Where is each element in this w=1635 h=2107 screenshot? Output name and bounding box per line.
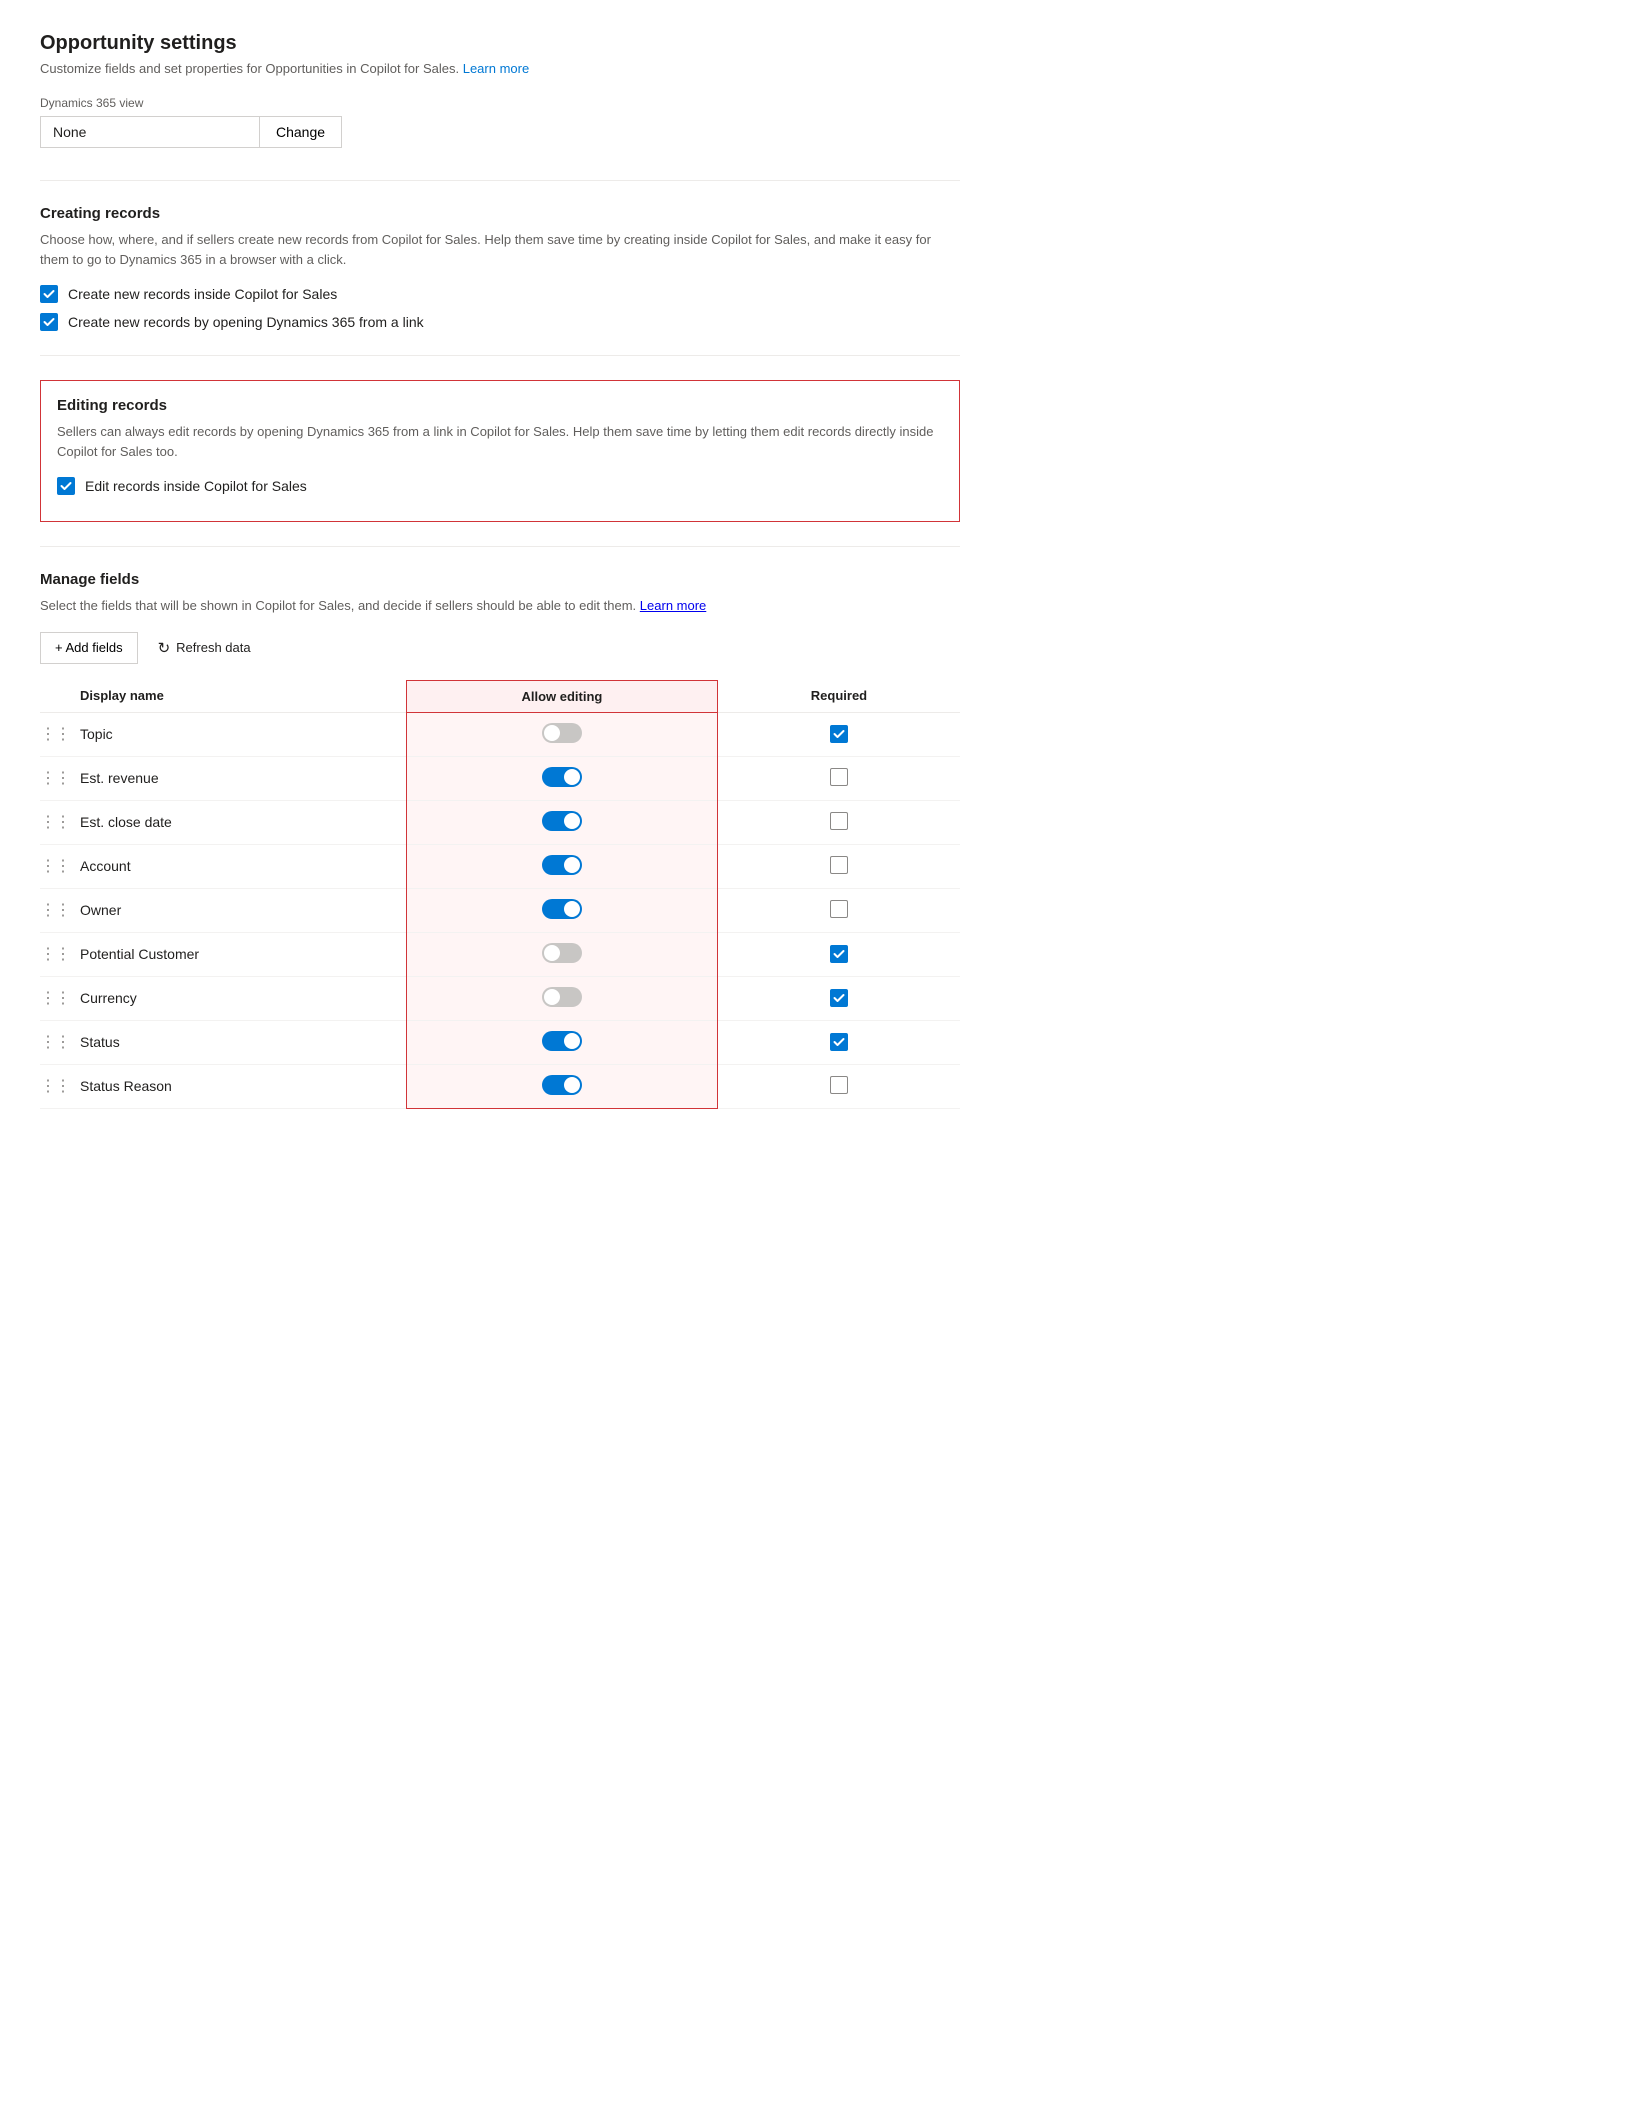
dynamics-view-row: None Change (40, 116, 960, 148)
create-checkbox-row-1: Create new records inside Copilot for Sa… (40, 285, 960, 303)
dynamics-view-input[interactable]: None (40, 116, 260, 148)
change-button[interactable]: Change (260, 116, 342, 148)
allow-editing-toggle[interactable] (542, 811, 582, 831)
required-cell[interactable] (717, 888, 960, 932)
create-checkbox-label-2: Create new records by opening Dynamics 3… (68, 314, 424, 330)
required-cell[interactable] (717, 1064, 960, 1108)
field-name-cell: Potential Customer (80, 932, 406, 976)
dynamics-view-label: Dynamics 365 view (40, 96, 960, 110)
required-checkbox[interactable] (830, 856, 848, 874)
field-name-cell: Status Reason (80, 1064, 406, 1108)
required-cell[interactable] (717, 932, 960, 976)
required-checkbox[interactable] (830, 768, 848, 786)
allow-editing-cell[interactable] (406, 976, 717, 1020)
required-checkbox[interactable] (830, 1076, 848, 1094)
required-checkbox[interactable] (830, 1033, 848, 1051)
learn-more-link-fields[interactable]: Learn more (640, 598, 706, 613)
drag-handle[interactable]: ⋮⋮ (40, 712, 80, 756)
required-cell[interactable] (717, 844, 960, 888)
required-cell[interactable] (717, 976, 960, 1020)
page-subtitle: Customize fields and set properties for … (40, 61, 960, 76)
required-cell[interactable] (717, 756, 960, 800)
fields-table: Display name Allow editing Required ⋮⋮To… (40, 680, 960, 1109)
page-title: Opportunity settings (40, 32, 960, 55)
allow-editing-toggle[interactable] (542, 899, 582, 919)
allow-editing-toggle[interactable] (542, 943, 582, 963)
drag-handle[interactable]: ⋮⋮ (40, 800, 80, 844)
refresh-icon: ↻ (158, 639, 171, 657)
allow-editing-cell[interactable] (406, 932, 717, 976)
required-checkbox[interactable] (830, 812, 848, 830)
allow-editing-toggle[interactable] (542, 1075, 582, 1095)
creating-records-desc: Choose how, where, and if sellers create… (40, 230, 960, 269)
field-name-cell: Est. close date (80, 800, 406, 844)
allow-editing-toggle[interactable] (542, 767, 582, 787)
creating-records-title: Creating records (40, 205, 960, 222)
allow-editing-toggle[interactable] (542, 987, 582, 1007)
create-checkbox-row-2: Create new records by opening Dynamics 3… (40, 313, 960, 331)
editing-records-section: Editing records Sellers can always edit … (40, 380, 960, 522)
editing-records-title: Editing records (57, 397, 943, 414)
drag-handle[interactable]: ⋮⋮ (40, 976, 80, 1020)
create-checkbox-label-1: Create new records inside Copilot for Sa… (68, 286, 337, 302)
divider-3 (40, 546, 960, 547)
create-checkbox-2[interactable] (40, 313, 58, 331)
required-checkbox[interactable] (830, 900, 848, 918)
required-cell[interactable] (717, 1020, 960, 1064)
drag-handle[interactable]: ⋮⋮ (40, 1064, 80, 1108)
add-fields-button[interactable]: + Add fields (40, 632, 138, 664)
edit-checkbox-1[interactable] (57, 477, 75, 495)
required-checkbox[interactable] (830, 725, 848, 743)
manage-fields-desc: Select the fields that will be shown in … (40, 596, 960, 616)
field-name-cell: Topic (80, 712, 406, 756)
field-name-cell: Account (80, 844, 406, 888)
manage-fields-section: Manage fields Select the fields that wil… (40, 571, 960, 1109)
field-name-cell: Currency (80, 976, 406, 1020)
drag-handle[interactable]: ⋮⋮ (40, 888, 80, 932)
col-required: Required (717, 680, 960, 712)
required-cell[interactable] (717, 800, 960, 844)
allow-editing-toggle[interactable] (542, 723, 582, 743)
divider-1 (40, 180, 960, 181)
manage-fields-title: Manage fields (40, 571, 960, 588)
drag-handle[interactable]: ⋮⋮ (40, 1020, 80, 1064)
required-checkbox[interactable] (830, 945, 848, 963)
create-checkbox-1[interactable] (40, 285, 58, 303)
creating-records-section: Creating records Choose how, where, and … (40, 205, 960, 331)
editing-records-desc: Sellers can always edit records by openi… (57, 422, 943, 461)
field-name-cell: Owner (80, 888, 406, 932)
allow-editing-cell[interactable] (406, 844, 717, 888)
edit-checkbox-row-1: Edit records inside Copilot for Sales (57, 477, 943, 495)
required-checkbox[interactable] (830, 989, 848, 1007)
fields-toolbar: + Add fields ↻ Refresh data (40, 632, 960, 664)
required-cell[interactable] (717, 712, 960, 756)
allow-editing-cell[interactable] (406, 1064, 717, 1108)
field-name-cell: Status (80, 1020, 406, 1064)
divider-2 (40, 355, 960, 356)
col-display-name: Display name (80, 680, 406, 712)
allow-editing-cell[interactable] (406, 756, 717, 800)
refresh-data-button[interactable]: ↻ Refresh data (150, 634, 259, 662)
drag-handle[interactable]: ⋮⋮ (40, 844, 80, 888)
col-allow-editing: Allow editing (406, 680, 717, 712)
allow-editing-cell[interactable] (406, 800, 717, 844)
allow-editing-cell[interactable] (406, 712, 717, 756)
drag-handle[interactable]: ⋮⋮ (40, 756, 80, 800)
learn-more-link-top[interactable]: Learn more (463, 61, 529, 76)
drag-handle[interactable]: ⋮⋮ (40, 932, 80, 976)
allow-editing-toggle[interactable] (542, 855, 582, 875)
allow-editing-cell[interactable] (406, 1020, 717, 1064)
edit-checkbox-label-1: Edit records inside Copilot for Sales (85, 478, 307, 494)
field-name-cell: Est. revenue (80, 756, 406, 800)
allow-editing-toggle[interactable] (542, 1031, 582, 1051)
allow-editing-cell[interactable] (406, 888, 717, 932)
